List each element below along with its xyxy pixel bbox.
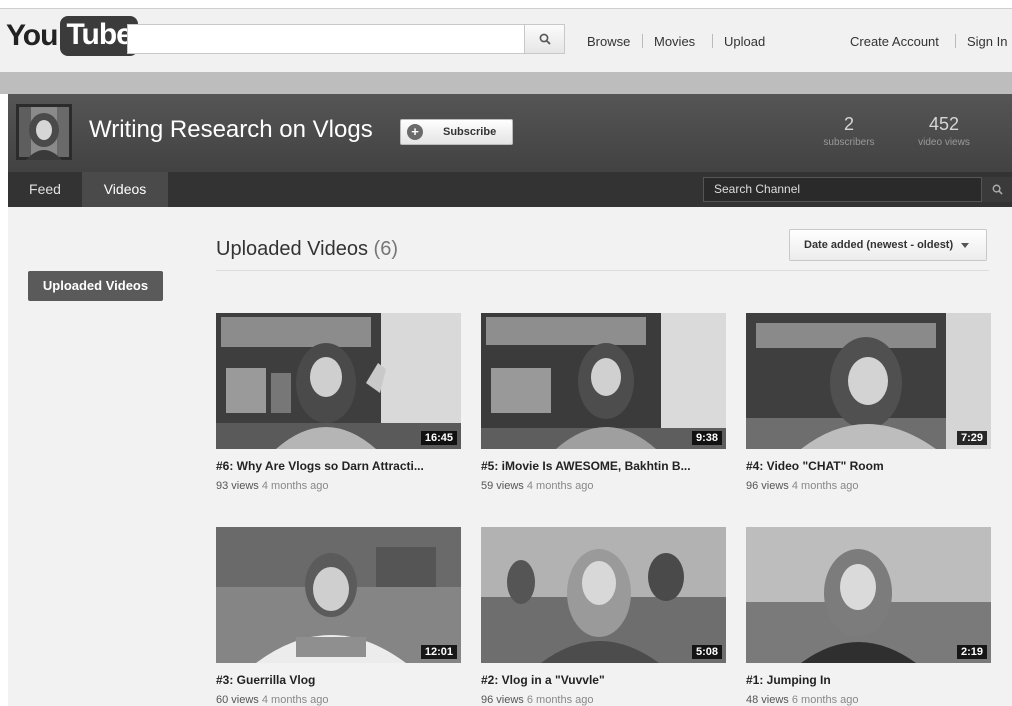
nav-browse-link[interactable]: Browse [587,34,630,49]
channel-title: Writing Research on Vlogs [89,116,373,143]
video-meta: 96 views 6 months ago [481,694,594,706]
video-title[interactable]: #5: iMovie Is AWESOME, Bakhtin B... [481,459,731,473]
video-thumbnail[interactable]: 9:38 [481,313,726,449]
video-thumbnail[interactable]: 5:08 [481,527,726,663]
section-title-text: Uploaded Videos [216,238,368,260]
video-duration: 5:08 [691,645,722,659]
video-age: 4 months ago [791,480,859,492]
video-age: 6 months ago [526,694,594,706]
nav-separator [642,34,643,48]
video-count: (6) [373,238,398,260]
create-account-link[interactable]: Create Account [850,34,939,49]
search-button[interactable] [525,24,565,54]
search-icon [539,33,551,45]
video-age: 4 months ago [261,694,329,706]
subscriber-count: 2 [843,114,854,134]
subscriber-label: subscribers [823,137,875,148]
video-thumbnail[interactable]: 12:01 [216,527,461,663]
sort-dropdown[interactable]: Date added (newest - oldest) [789,229,987,261]
chevron-down-icon [961,242,970,248]
video-age: 6 months ago [791,694,859,706]
video-title[interactable]: #4: Video "CHAT" Room [746,459,996,473]
nav-separator [712,34,713,48]
channel-avatar[interactable] [16,104,72,160]
avatar-image [16,104,72,160]
video-title[interactable]: #6: Why Are Vlogs so Darn Attracti... [216,459,466,473]
video-age: 4 months ago [261,480,329,492]
nav-separator [955,34,956,48]
video-meta: 96 views 4 months ago [746,480,859,492]
page: You Tube Browse Movies Upload Create Acc… [0,0,1012,706]
tab-feed[interactable]: Feed [8,172,82,207]
masthead-band [0,72,1012,94]
video-meta: 93 views 4 months ago [216,480,329,492]
subscribe-button[interactable]: + Subscribe [400,119,513,145]
sort-label: Date added (newest - oldest) [804,239,954,251]
video-title[interactable]: #1: Jumping In [746,673,996,687]
video-duration: 12:01 [420,645,457,659]
video-thumbnail[interactable]: 2:19 [746,527,991,663]
logo-you-text: You [6,19,58,52]
plus-icon: + [407,124,423,140]
uploaded-videos-button[interactable]: Uploaded Videos [28,271,163,301]
view-label: video views [918,137,970,148]
nav-movies-link[interactable]: Movies [654,34,695,49]
video-thumbnail[interactable]: 7:29 [746,313,991,449]
youtube-logo[interactable]: You Tube [6,16,138,56]
search-icon [992,184,1003,195]
video-views: 60 views [216,694,259,706]
video-meta: 48 views 6 months ago [746,694,859,706]
video-views: 93 views [216,480,259,492]
video-views: 59 views [481,480,524,492]
video-meta: 60 views 4 months ago [216,694,329,706]
section-title: Uploaded Videos (6) [216,238,398,261]
video-title[interactable]: #2: Vlog in a "Vuvvle" [481,673,731,687]
video-thumbnail[interactable]: 16:45 [216,313,461,449]
subscribe-label: Subscribe [443,126,497,138]
search-channel-input[interactable]: Search Channel [703,177,982,202]
video-duration: 9:38 [691,431,722,445]
video-views: 96 views [746,480,789,492]
video-duration: 7:29 [956,431,987,445]
search-channel-button[interactable] [982,177,1012,202]
video-age: 4 months ago [526,480,594,492]
video-views: 48 views [746,694,789,706]
divider [216,270,989,271]
view-count: 452 [928,114,960,134]
video-duration: 16:45 [420,431,457,445]
video-duration: 2:19 [956,645,987,659]
sign-in-link[interactable]: Sign In [967,34,1007,49]
video-views: 96 views [481,694,524,706]
nav-upload-link[interactable]: Upload [724,34,765,49]
video-title[interactable]: #3: Guerrilla Vlog [216,673,466,687]
tab-videos[interactable]: Videos [82,172,168,207]
search-input[interactable] [127,24,525,54]
video-meta: 59 views 4 months ago [481,480,594,492]
